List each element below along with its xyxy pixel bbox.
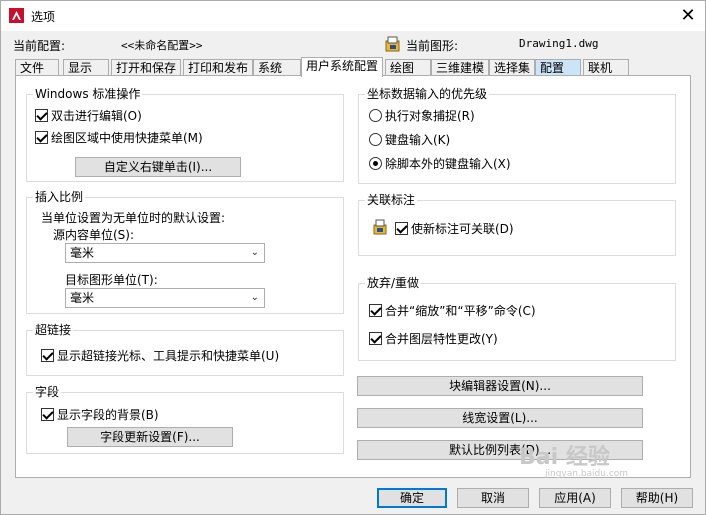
- field-update-settings-button[interactable]: 字段更新设置(F)...: [67, 427, 233, 447]
- checkbox-checked-icon: [369, 332, 382, 345]
- double-click-edit-label: 双击进行编辑(O): [51, 109, 142, 123]
- watermark-text: Bai 经验: [519, 445, 610, 470]
- hyperlink-group: 超链接 显示超链接光标、工具提示和快捷菜单(U): [26, 323, 344, 376]
- field-background-label: 显示字段的背景(B): [57, 408, 159, 422]
- keyboard-except-scripts-radio[interactable]: 除脚本外的键盘输入(X): [369, 155, 511, 172]
- block-editor-settings-button[interactable]: 块编辑器设置(N)...: [357, 376, 643, 396]
- fields-group: 字段 显示字段的背景(B) 字段更新设置(F)...: [26, 385, 344, 454]
- lineweight-settings-button[interactable]: 线宽设置(L)...: [357, 408, 643, 428]
- associative-dim-label: 使新标注可关联(D): [411, 222, 514, 236]
- tab-user-preferences[interactable]: 用户系统配置: [301, 57, 383, 77]
- checkbox-checked-icon: [41, 408, 54, 421]
- associative-dimension-icon: [373, 219, 387, 235]
- user-preferences-page: Windows 标准操作 双击进行编辑(O) 绘图区域中使用快捷菜单(M) 自定…: [15, 75, 691, 478]
- keyboard-label: 键盘输入(K): [385, 133, 451, 147]
- source-units-value: 毫米: [70, 246, 95, 260]
- target-units-label: 目标图形单位(T):: [65, 273, 158, 287]
- checkbox-checked-icon: [395, 222, 408, 235]
- apply-button[interactable]: 应用(A): [539, 488, 611, 508]
- keyboard-radio[interactable]: 键盘输入(K): [369, 131, 450, 148]
- chevron-down-icon: ⌄: [250, 247, 259, 258]
- hyperlink-display-checkbox[interactable]: 显示超链接光标、工具提示和快捷菜单(U): [41, 347, 279, 364]
- combine-layer-label: 合并图层特性更改(Y): [385, 332, 498, 346]
- windows-ops-title: Windows 标准操作: [33, 87, 143, 101]
- combine-layer-checkbox[interactable]: 合并图层特性更改(Y): [369, 330, 498, 347]
- checkbox-checked-icon: [41, 349, 54, 362]
- undo-redo-title: 放弃/重做: [365, 276, 422, 290]
- source-units-select[interactable]: 毫米 ⌄: [65, 243, 265, 263]
- target-units-select[interactable]: 毫米 ⌄: [65, 288, 265, 308]
- customize-right-click-button[interactable]: 自定义右键单击(I)...: [75, 157, 241, 177]
- windows-ops-group: Windows 标准操作 双击进行编辑(O) 绘图区域中使用快捷菜单(M) 自定…: [26, 87, 344, 182]
- baidu-watermark: Bai 经验 jingyan.baidu.com: [519, 439, 628, 479]
- drawing-file-icon: [385, 36, 400, 52]
- watermark-sub: jingyan.baidu.com: [545, 469, 629, 479]
- chevron-down-icon: ⌄: [250, 292, 259, 303]
- coord-priority-title: 坐标数据输入的优先级: [365, 87, 490, 101]
- hyperlink-display-label: 显示超链接光标、工具提示和快捷菜单(U): [57, 349, 280, 363]
- shortcut-menu-checkbox[interactable]: 绘图区域中使用快捷菜单(M): [35, 129, 203, 146]
- osnap-label: 执行对象捕捉(R): [385, 109, 475, 123]
- fields-title: 字段: [33, 385, 62, 399]
- insert-scale-group: 插入比例 当单位设置为无单位时的默认设置: 源内容单位(S): 毫米 ⌄ 目标图…: [26, 190, 344, 314]
- cancel-button[interactable]: 取消: [457, 488, 529, 508]
- associative-dim-checkbox[interactable]: 使新标注可关联(D): [395, 220, 514, 237]
- checkbox-checked-icon: [369, 304, 382, 317]
- radio-off-icon: [369, 133, 382, 146]
- options-dialog: 选项 ✕ 当前配置: <<未命名配置>> 当前图形: Drawing1.dwg …: [0, 0, 706, 515]
- insert-scale-title: 插入比例: [33, 190, 86, 204]
- ok-button[interactable]: 确定: [377, 488, 447, 508]
- current-profile-value: <<未命名配置>>: [121, 39, 203, 52]
- checkbox-checked-icon: [35, 109, 48, 122]
- coord-priority-group: 坐标数据输入的优先级 执行对象捕捉(R) 键盘输入(K) 除脚本外的键盘输入(X…: [358, 87, 676, 184]
- radio-on-icon: [369, 157, 382, 170]
- close-icon[interactable]: ✕: [673, 3, 703, 29]
- current-drawing-value: Drawing1.dwg: [519, 37, 599, 50]
- hyperlink-title: 超链接: [33, 323, 74, 337]
- checkbox-checked-icon: [35, 131, 48, 144]
- combine-zoom-pan-checkbox[interactable]: 合并“缩放”和“平移”命令(C): [369, 302, 536, 319]
- assoc-dim-title: 关联标注: [365, 193, 418, 207]
- keyboard-except-scripts-label: 除脚本外的键盘输入(X): [385, 157, 511, 171]
- field-background-checkbox[interactable]: 显示字段的背景(B): [41, 406, 159, 423]
- assoc-dim-group: 关联标注 使新标注可关联(D): [358, 193, 676, 256]
- autocad-logo-icon: [9, 8, 24, 23]
- shortcut-menu-label: 绘图区域中使用快捷菜单(M): [51, 131, 203, 145]
- current-profile-label: 当前配置:: [13, 39, 66, 53]
- undo-redo-group: 放弃/重做 合并“缩放”和“平移”命令(C) 合并图层特性更改(Y): [358, 276, 676, 361]
- combine-zoom-pan-label: 合并“缩放”和“平移”命令(C): [385, 304, 536, 318]
- radio-off-icon: [369, 109, 382, 122]
- osnap-radio[interactable]: 执行对象捕捉(R): [369, 107, 475, 124]
- double-click-edit-checkbox[interactable]: 双击进行编辑(O): [35, 107, 142, 124]
- window-title: 选项: [31, 10, 56, 24]
- source-units-label: 源内容单位(S):: [53, 228, 135, 242]
- insert-scale-desc: 当单位设置为无单位时的默认设置:: [41, 211, 226, 225]
- help-button[interactable]: 帮助(H): [621, 488, 693, 508]
- current-drawing-label: 当前图形:: [406, 39, 459, 53]
- target-units-value: 毫米: [70, 291, 95, 305]
- title-bar: 选项 ✕: [1, 1, 705, 31]
